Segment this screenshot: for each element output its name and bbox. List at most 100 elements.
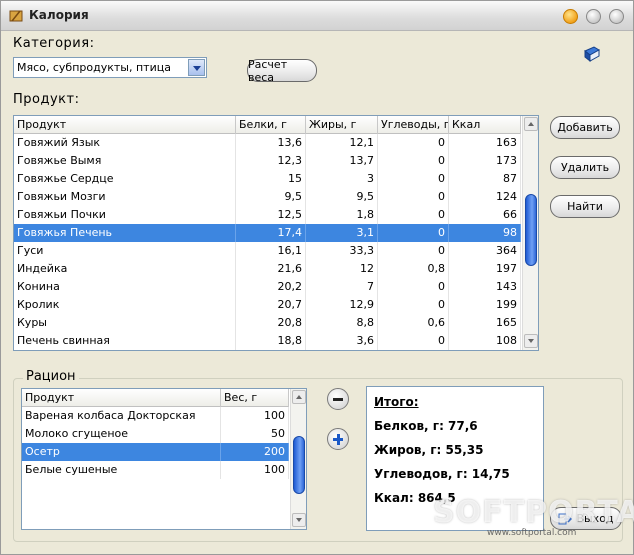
table-cell: 0 [378, 134, 449, 152]
table-row[interactable]: Говяжьи Мозги 9,5 9,5 0 124 [14, 188, 521, 206]
table-cell: 200 [221, 443, 289, 461]
table-cell: 13,7 [306, 152, 378, 170]
table-cell: 20,7 [236, 296, 306, 314]
ration-table-header: Продукт Вес, г [22, 389, 289, 407]
column-header[interactable]: Жиры, г [306, 116, 378, 134]
table-cell: 12,3 [236, 152, 306, 170]
table-row[interactable]: Осетр 200 [22, 443, 289, 461]
table-row[interactable]: Говяжья Печень 17,4 3,1 0 98 [14, 224, 521, 242]
column-header[interactable]: Продукт [14, 116, 236, 134]
table-cell: 12,1 [306, 134, 378, 152]
table-cell: 20,2 [236, 278, 306, 296]
category-select[interactable]: Мясо, субпродукты, птица [13, 57, 207, 78]
table-row[interactable]: Белые сушеные 100 [22, 461, 289, 479]
table-cell: 124 [449, 188, 521, 206]
table-cell: 0 [378, 332, 449, 350]
category-label: Категория: [13, 36, 95, 51]
table-row[interactable]: Индейка 21,6 12 0,8 197 [14, 260, 521, 278]
ration-table[interactable]: Продукт Вес, г Вареная колбаса Докторская… [21, 388, 307, 530]
table-cell: 9,5 [236, 188, 306, 206]
app-icon [9, 10, 23, 22]
table-cell: 20,8 [236, 314, 306, 332]
ration-label: Рацион [23, 369, 79, 384]
table-cell: 13,6 [236, 134, 306, 152]
product-table-rows: Говяжий Язык 13,6 12,1 0 163 Говяжье Вымя 12,3… [14, 134, 521, 350]
maximize-button[interactable] [586, 9, 601, 24]
calc-weight-button[interactable]: Расчет веса [247, 58, 317, 84]
table-cell: Конина [14, 278, 236, 296]
table-cell: 108 [449, 332, 521, 350]
table-cell: Говяжье Сердце [14, 170, 236, 188]
table-cell: 12,5 [236, 206, 306, 224]
scroll-thumb[interactable] [525, 194, 537, 266]
scroll-down-arrow-icon[interactable] [524, 334, 538, 348]
totals-title: Итого: [374, 395, 419, 409]
scroll-up-arrow-icon[interactable] [524, 117, 538, 131]
column-header[interactable]: Ккал [449, 116, 521, 134]
table-row[interactable]: Говяжьи Почки 12,5 1,8 0 66 [14, 206, 521, 224]
column-header[interactable]: Углеводы, г [378, 116, 449, 134]
product-scrollbar[interactable] [522, 116, 538, 350]
table-cell: 50 [221, 425, 289, 443]
table-row[interactable]: Печень свинная 18,8 3,6 0 108 [14, 332, 521, 350]
table-cell: 0 [378, 296, 449, 314]
table-row[interactable]: Куры 20,8 8,8 0,6 165 [14, 314, 521, 332]
column-header[interactable]: Вес, г [221, 389, 289, 407]
table-cell: 87 [449, 170, 521, 188]
table-cell: 3,1 [306, 224, 378, 242]
table-row[interactable]: Гуси 16,1 33,3 0 364 [14, 242, 521, 260]
add-button[interactable]: Добавить [550, 116, 620, 139]
table-cell: 143 [449, 278, 521, 296]
book-icon[interactable] [583, 45, 601, 63]
window-title: Калория [29, 8, 89, 22]
table-cell: Кролик [14, 296, 236, 314]
category-selected-value: Мясо, субпродукты, птица [17, 61, 171, 74]
table-cell: Говяжья Печень [14, 224, 236, 242]
table-row[interactable]: Молоко сгущеное 50 [22, 425, 289, 443]
table-cell: 0 [378, 188, 449, 206]
table-cell: Говяжьи Почки [14, 206, 236, 224]
scroll-up-arrow-icon[interactable] [292, 390, 306, 404]
table-row[interactable]: Вареная колбаса Докторская 100 [22, 407, 289, 425]
minimize-button[interactable] [563, 9, 578, 24]
column-header[interactable]: Продукт [22, 389, 221, 407]
chevron-down-icon[interactable] [188, 59, 205, 76]
add-to-ration-button[interactable] [327, 428, 349, 450]
totals-protein: Белков, г: 77,6 [374, 419, 478, 433]
table-cell: 0,8 [378, 260, 449, 278]
watermark-url: www.softportal.com [487, 528, 577, 538]
scroll-down-arrow-icon[interactable] [292, 513, 306, 527]
table-cell: Говяжьи Мозги [14, 188, 236, 206]
table-cell: 0 [378, 242, 449, 260]
table-row[interactable]: Говяжье Сердце 15 3 0 87 [14, 170, 521, 188]
ration-table-rows: Вареная колбаса Докторская 100 Молоко сгущ… [22, 407, 289, 479]
table-row[interactable]: Говяжий Язык 13,6 12,1 0 163 [14, 134, 521, 152]
table-cell: 100 [221, 461, 289, 479]
product-table[interactable]: Продукт Белки, г Жиры, г Углеводы, г Ккал Го… [13, 115, 539, 351]
remove-from-ration-button[interactable] [327, 388, 349, 410]
totals-carbs: Углеводов, г: 14,75 [374, 467, 510, 481]
table-row[interactable]: Кролик 20,7 12,9 0 199 [14, 296, 521, 314]
table-cell: 364 [449, 242, 521, 260]
scroll-thumb[interactable] [293, 436, 305, 494]
table-cell: 0 [378, 206, 449, 224]
close-button[interactable] [609, 9, 624, 24]
table-cell: 66 [449, 206, 521, 224]
table-row[interactable]: Говяжье Вымя 12,3 13,7 0 173 [14, 152, 521, 170]
table-cell: 1,8 [306, 206, 378, 224]
table-cell: 33,3 [306, 242, 378, 260]
delete-button[interactable]: Удалить [550, 156, 620, 179]
find-button[interactable]: Найти [550, 195, 620, 218]
column-header[interactable]: Белки, г [236, 116, 306, 134]
table-cell: 12 [306, 260, 378, 278]
table-row[interactable]: Конина 20,2 7 0 143 [14, 278, 521, 296]
title-bar[interactable]: Калория [1, 1, 633, 31]
table-cell: 3 [306, 170, 378, 188]
table-cell: 12,9 [306, 296, 378, 314]
ration-scrollbar[interactable] [290, 389, 306, 529]
table-cell: 16,1 [236, 242, 306, 260]
table-cell: 7 [306, 278, 378, 296]
table-cell: 18,8 [236, 332, 306, 350]
table-cell: 9,5 [306, 188, 378, 206]
table-cell: Говяжье Вымя [14, 152, 236, 170]
